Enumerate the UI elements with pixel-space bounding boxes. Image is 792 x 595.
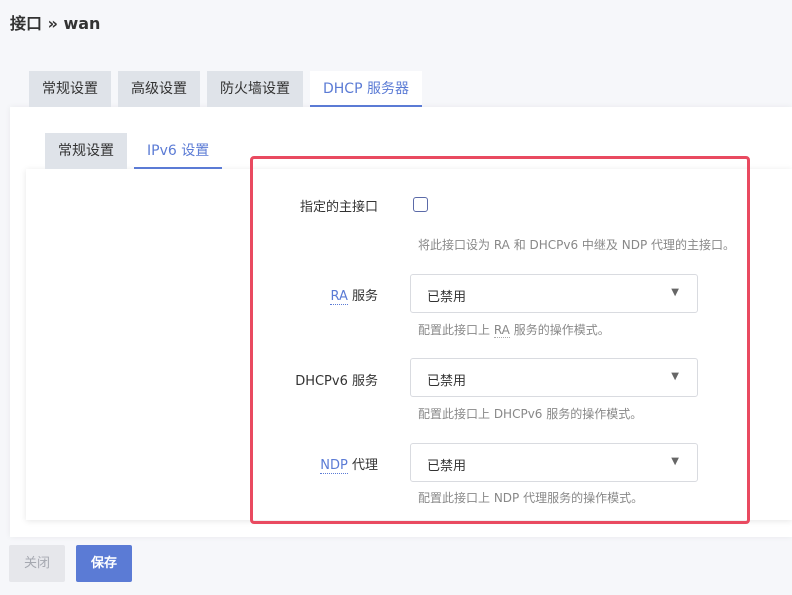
- ra-service-hint: 配置此接口上 RA 服务的操作模式。: [418, 321, 610, 338]
- ndp-proxy-label-text: 代理: [347, 458, 378, 473]
- dhcpv6-service-label: DHCPv6 服务: [295, 374, 378, 389]
- ndp-proxy-label: NDP 代理: [218, 454, 378, 474]
- outer-tabs: 常规设置 高级设置 防火墙设置 DHCP 服务器: [29, 71, 422, 107]
- page-title: 接口 » wan: [10, 14, 101, 33]
- ra-service-select[interactable]: 已禁用 ▼: [410, 274, 698, 313]
- dhcpv6-service-hint: 配置此接口上 DHCPv6 服务的操作模式。: [418, 407, 643, 421]
- ndp-proxy-hint: 配置此接口上 NDP 代理服务的操作模式。: [418, 491, 644, 505]
- tab-advanced-settings[interactable]: 高级设置: [118, 71, 200, 107]
- ra-service-label-text: 服务: [347, 289, 378, 304]
- ra-service-value: 已禁用: [427, 290, 467, 305]
- tab-ipv6-settings[interactable]: IPv6 设置: [134, 133, 223, 169]
- master-interface-label: 指定的主接口: [299, 200, 378, 215]
- ra-hint-abbr: RA: [493, 323, 510, 338]
- ra-abbr: RA: [330, 289, 348, 305]
- master-interface-checkbox[interactable]: [413, 197, 428, 212]
- chevron-down-icon: ▼: [671, 287, 679, 298]
- tab-dhcp-server[interactable]: DHCP 服务器: [310, 71, 422, 107]
- ndp-proxy-value: 已禁用: [427, 459, 467, 474]
- ra-hint-suffix: 服务的操作模式。: [509, 323, 610, 337]
- ndp-proxy-select[interactable]: 已禁用 ▼: [410, 443, 698, 482]
- ra-service-label: RA 服务: [218, 285, 378, 305]
- chevron-down-icon: ▼: [671, 371, 679, 382]
- dhcpv6-service-select[interactable]: 已禁用 ▼: [410, 358, 698, 397]
- ra-hint-prefix: 配置此接口上: [418, 323, 494, 337]
- close-button[interactable]: 关闭: [9, 545, 65, 582]
- tab-dhcp-general-settings[interactable]: 常规设置: [45, 133, 127, 169]
- ndp-abbr: NDP: [320, 458, 348, 474]
- tab-general-settings[interactable]: 常规设置: [29, 71, 111, 107]
- dhcpv6-service-value: 已禁用: [427, 374, 467, 389]
- master-interface-hint: 将此接口设为 RA 和 DHCPv6 中继及 NDP 代理的主接口。: [418, 238, 736, 252]
- chevron-down-icon: ▼: [671, 456, 679, 467]
- tab-firewall-settings[interactable]: 防火墙设置: [207, 71, 303, 107]
- save-button[interactable]: 保存: [76, 545, 132, 582]
- inner-tabs: 常规设置 IPv6 设置: [45, 133, 223, 169]
